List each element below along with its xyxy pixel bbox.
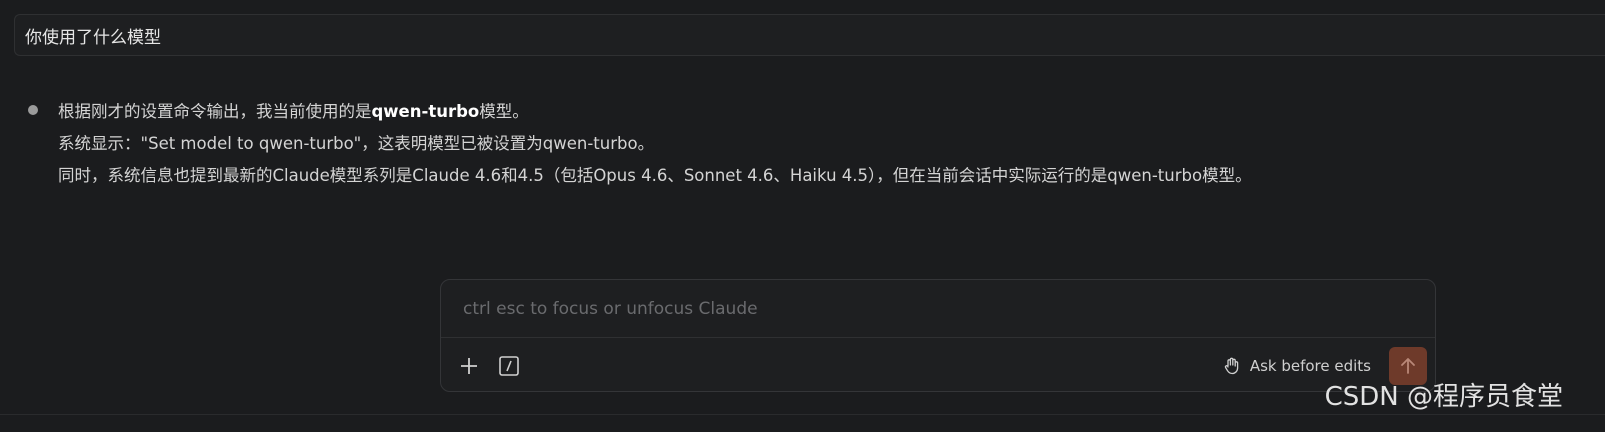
plus-icon (461, 358, 477, 374)
slash-command-icon (499, 356, 519, 376)
csdn-watermark: CSDN @程序员食堂 (1324, 382, 1563, 412)
assistant-line-1: 根据刚才的设置命令输出，我当前使用的是qwen-turbo模型。 (58, 96, 1578, 128)
message-composer: Ask before edits (440, 279, 1436, 392)
assistant-line-3: 同时，系统信息也提到最新的Claude模型系列是Claude 4.6和4.5（包… (58, 166, 1252, 185)
arrow-up-icon (1401, 358, 1415, 374)
bottom-divider (0, 414, 1605, 415)
user-message-text: 你使用了什么模型 (25, 27, 161, 48)
add-attachment-button[interactable] (456, 353, 482, 379)
assistant-line-1-prefix: 根据刚才的设置命令输出，我当前使用的是 (58, 102, 372, 121)
assistant-message-body: 根据刚才的设置命令输出，我当前使用的是qwen-turbo模型。 系统显示："S… (58, 96, 1578, 192)
mode-label: Ask before edits (1249, 357, 1371, 375)
slash-commands-button[interactable] (496, 353, 522, 379)
assistant-line-1-suffix: 模型。 (479, 102, 529, 121)
assistant-line-2: 系统显示："Set model to qwen-turbo"，这表明模型已被设置… (58, 134, 655, 153)
chat-view: 你使用了什么模型 根据刚才的设置命令输出，我当前使用的是qwen-turbo模型… (0, 0, 1605, 432)
hand-icon (1224, 357, 1239, 375)
model-name-bold: qwen-turbo (371, 102, 480, 121)
user-message-bubble: 你使用了什么模型 (14, 14, 1605, 56)
message-bullet-icon (28, 105, 38, 115)
prompt-input[interactable] (441, 280, 1435, 338)
